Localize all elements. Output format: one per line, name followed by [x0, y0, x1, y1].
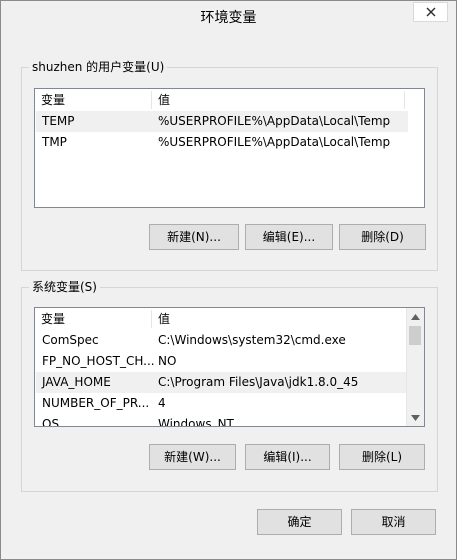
title-bar: 环境变量	[1, 1, 456, 31]
scrollbar-thumb[interactable]	[409, 326, 421, 345]
list-item[interactable]: TEMP %USERPROFILE%\AppData\Local\Temp	[36, 111, 408, 132]
column-separator[interactable]	[404, 91, 405, 109]
triangle-up-icon	[411, 313, 420, 320]
system-edit-button[interactable]: 编辑(I)...	[245, 444, 330, 470]
triangle-down-icon	[411, 414, 420, 421]
system-delete-button[interactable]: 删除(L)	[339, 444, 425, 470]
list-item[interactable]: NUMBER_OF_PR... 4	[36, 393, 406, 414]
cancel-button[interactable]: 取消	[351, 509, 436, 535]
variable-value: %USERPROFILE%\AppData\Local\Temp	[158, 114, 391, 128]
user-variables-group: shuzhen 的用户变量(U) 变量 值 TEMP %USERPROFILE%…	[21, 60, 438, 271]
variable-value: NO	[158, 354, 177, 368]
column-header-name[interactable]: 变量	[35, 308, 151, 330]
system-variables-group: 系统变量(S) 变量 值 ComSpec C:\Windows\system32…	[21, 280, 438, 492]
list-item[interactable]: TMP %USERPROFILE%\AppData\Local\Temp	[36, 132, 408, 153]
vertical-scrollbar[interactable]	[406, 308, 424, 426]
scroll-down-button[interactable]	[407, 409, 424, 426]
list-item[interactable]: OS Windows_NT	[36, 414, 406, 427]
system-variables-list[interactable]: 变量 值 ComSpec C:\Windows\system32\cmd.exe…	[34, 307, 425, 427]
variable-name: FP_NO_HOST_CH...	[42, 354, 154, 368]
variable-value: %USERPROFILE%\AppData\Local\Temp	[158, 135, 391, 149]
user-variables-legend: shuzhen 的用户变量(U)	[29, 60, 168, 74]
list-item[interactable]: JAVA_HOME C:\Program Files\Java\jdk1.8.0…	[36, 372, 406, 393]
environment-variables-dialog: 环境变量 shuzhen 的用户变量(U) 变量 值 TEMP %USERPRO…	[0, 0, 457, 560]
window-title: 环境变量	[200, 10, 257, 26]
close-button[interactable]	[413, 2, 448, 22]
close-icon	[426, 7, 435, 17]
ok-button[interactable]: 确定	[257, 509, 342, 535]
list-header: 变量 值	[35, 308, 406, 330]
scroll-up-button[interactable]	[407, 308, 424, 325]
variable-value: C:\Windows\system32\cmd.exe	[158, 333, 346, 347]
variable-name: ComSpec	[42, 333, 99, 347]
variable-name: JAVA_HOME	[42, 375, 111, 389]
variable-value: C:\Program Files\Java\jdk1.8.0_45	[158, 375, 359, 389]
column-header-value[interactable]: 值	[152, 89, 404, 111]
user-variables-list[interactable]: 变量 值 TEMP %USERPROFILE%\AppData\Local\Te…	[34, 88, 425, 208]
system-variables-legend: 系统变量(S)	[29, 280, 100, 294]
column-header-name[interactable]: 变量	[35, 89, 151, 111]
list-item[interactable]: ComSpec C:\Windows\system32\cmd.exe	[36, 330, 406, 351]
system-new-button[interactable]: 新建(W)...	[149, 444, 236, 470]
variable-value: 4	[158, 396, 166, 410]
column-header-value[interactable]: 值	[152, 308, 402, 330]
variable-name: NUMBER_OF_PR...	[42, 396, 150, 410]
user-delete-button[interactable]: 删除(D)	[339, 224, 426, 250]
user-new-button[interactable]: 新建(N)...	[149, 224, 239, 250]
user-edit-button[interactable]: 编辑(E)...	[245, 224, 333, 250]
variable-name: TEMP	[42, 114, 75, 128]
list-header: 变量 值	[35, 89, 424, 111]
list-item[interactable]: FP_NO_HOST_CH... NO	[36, 351, 406, 372]
variable-name: OS	[42, 417, 60, 427]
variable-name: TMP	[42, 135, 67, 149]
variable-value: Windows_NT	[158, 417, 234, 427]
